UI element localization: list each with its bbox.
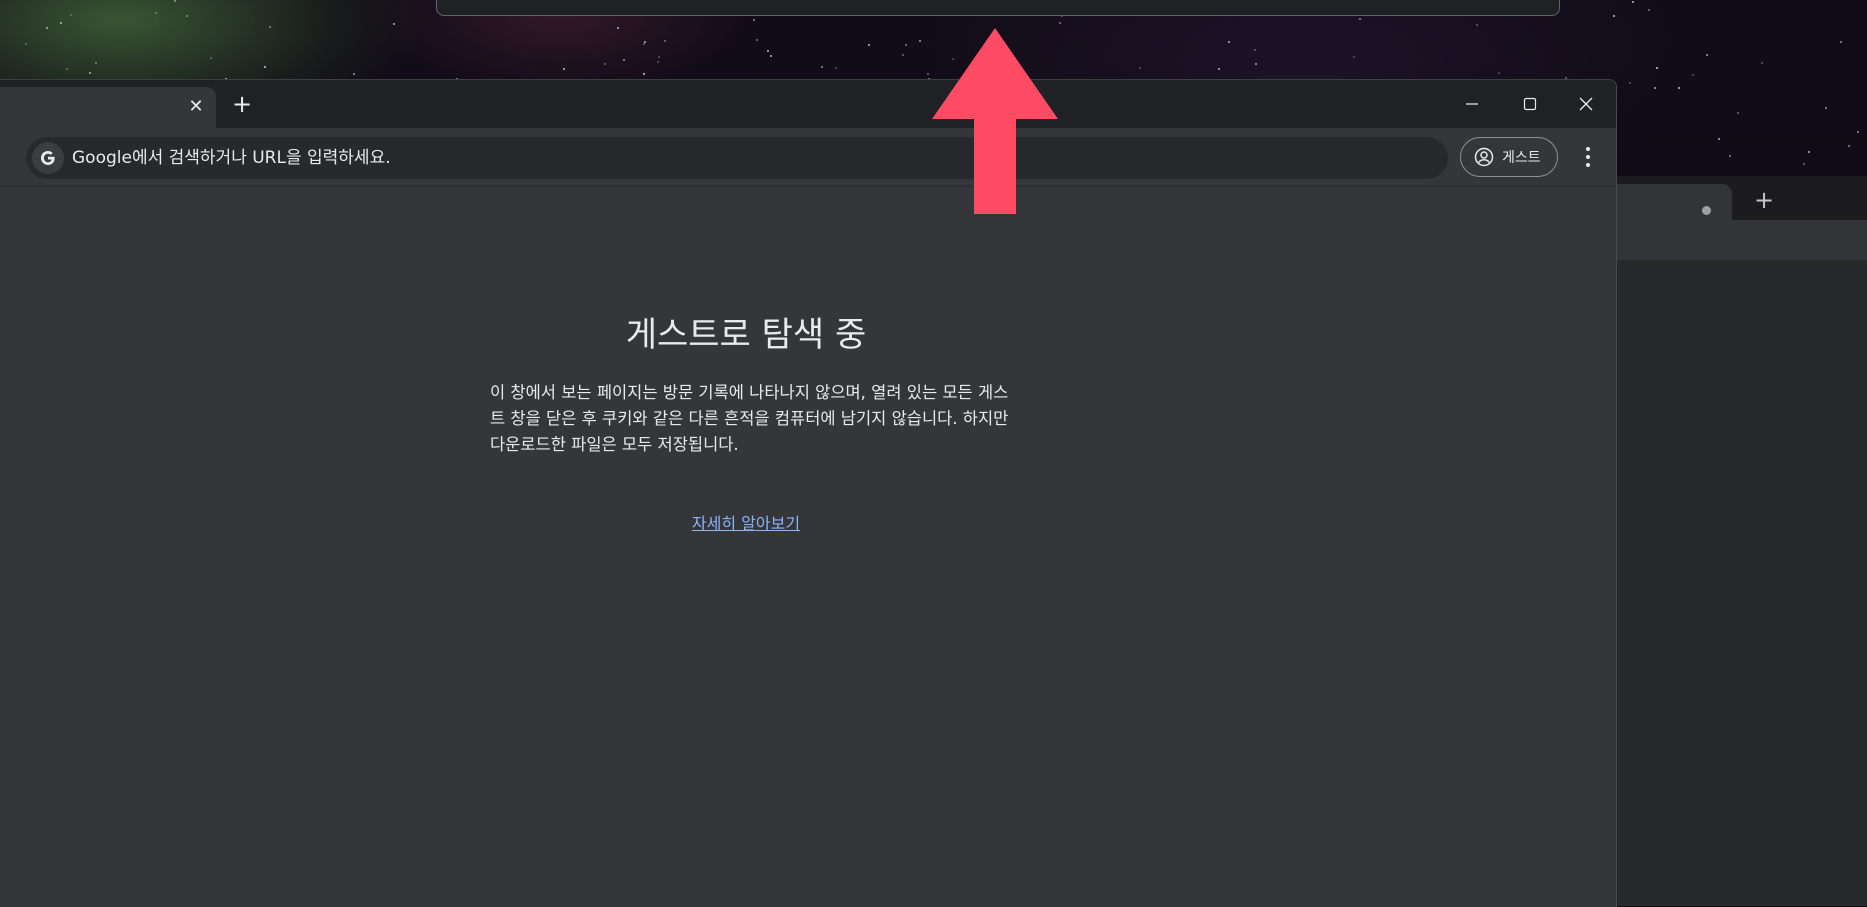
star (1760, 61, 1763, 64)
star (268, 25, 271, 28)
minimize-icon (1466, 103, 1478, 105)
star (1254, 62, 1257, 65)
star (1612, 15, 1615, 18)
learn-more-link[interactable]: 자세히 알아보기 (490, 510, 1002, 534)
guest-page-content: 게스트로 탐색 중 이 창에서 보는 페이지는 방문 기록에 나타나지 않으며,… (0, 187, 1616, 907)
star (820, 66, 823, 68)
background-new-tab-button[interactable]: + (1750, 186, 1778, 214)
star (1647, 9, 1650, 12)
star (755, 39, 758, 42)
star (1655, 66, 1658, 69)
active-tab[interactable]: ✕ (0, 87, 216, 128)
star (656, 61, 659, 64)
star (604, 62, 607, 65)
star (1475, 23, 1478, 26)
guest-browser-window: ✕ + Google에서 검색하거나 URL을 입력하세요. 게스트 게스트로 … (0, 79, 1617, 907)
star (173, 0, 176, 3)
browser-menu-button[interactable] (1574, 141, 1602, 173)
star (1840, 40, 1843, 43)
star (25, 42, 28, 45)
minimize-button[interactable] (1444, 80, 1500, 128)
star (1058, 21, 1061, 24)
red-up-arrow-annotation (932, 28, 1058, 214)
star (835, 66, 838, 69)
profile-label: 게스트 (1502, 150, 1541, 166)
star (1227, 40, 1230, 43)
top-popup-panel (436, 0, 1560, 16)
star (59, 22, 62, 25)
star (642, 72, 645, 75)
tab-unsaved-dot-icon (1702, 206, 1711, 215)
star (616, 26, 619, 29)
star (1691, 73, 1694, 76)
star (1705, 54, 1708, 57)
star (65, 68, 68, 71)
tab-close-button[interactable]: ✕ (184, 95, 208, 119)
star (562, 67, 565, 70)
star (1736, 111, 1739, 114)
star (95, 61, 98, 64)
maximize-icon (1523, 97, 1537, 111)
star (622, 58, 625, 61)
address-bar[interactable]: Google에서 검색하거나 URL을 입력하세요. (26, 137, 1448, 179)
maximize-button[interactable] (1502, 80, 1558, 128)
star (767, 49, 769, 52)
star (154, 11, 157, 14)
browser-toolbar: Google에서 검색하거나 URL을 입력하세요. 게스트 (0, 128, 1616, 187)
star (1807, 150, 1810, 153)
star (644, 40, 647, 43)
tab-strip: ✕ + (0, 80, 1616, 128)
star (1628, 82, 1631, 85)
star (45, 27, 48, 30)
star (901, 54, 904, 57)
google-g-icon (32, 142, 64, 174)
page-title: 게스트로 탐색 중 (625, 315, 867, 355)
more-vert-icon (1586, 147, 1590, 151)
guest-profile-button[interactable]: 게스트 (1460, 137, 1558, 177)
window-close-button[interactable] (1558, 80, 1614, 128)
guest-description: 이 창에서 보는 페이지는 방문 기록에 나타나지 않으며, 열려 있는 모든 … (490, 383, 1009, 454)
star (770, 54, 773, 57)
star (867, 43, 870, 46)
star (905, 43, 908, 46)
close-icon (1579, 97, 1593, 111)
toolbar-edge-fragment (0, 146, 4, 166)
account-circle-icon (1474, 147, 1494, 167)
new-tab-button[interactable]: + (228, 90, 256, 118)
address-bar-placeholder: Google에서 검색하거나 URL을 입력하세요. (72, 148, 391, 168)
